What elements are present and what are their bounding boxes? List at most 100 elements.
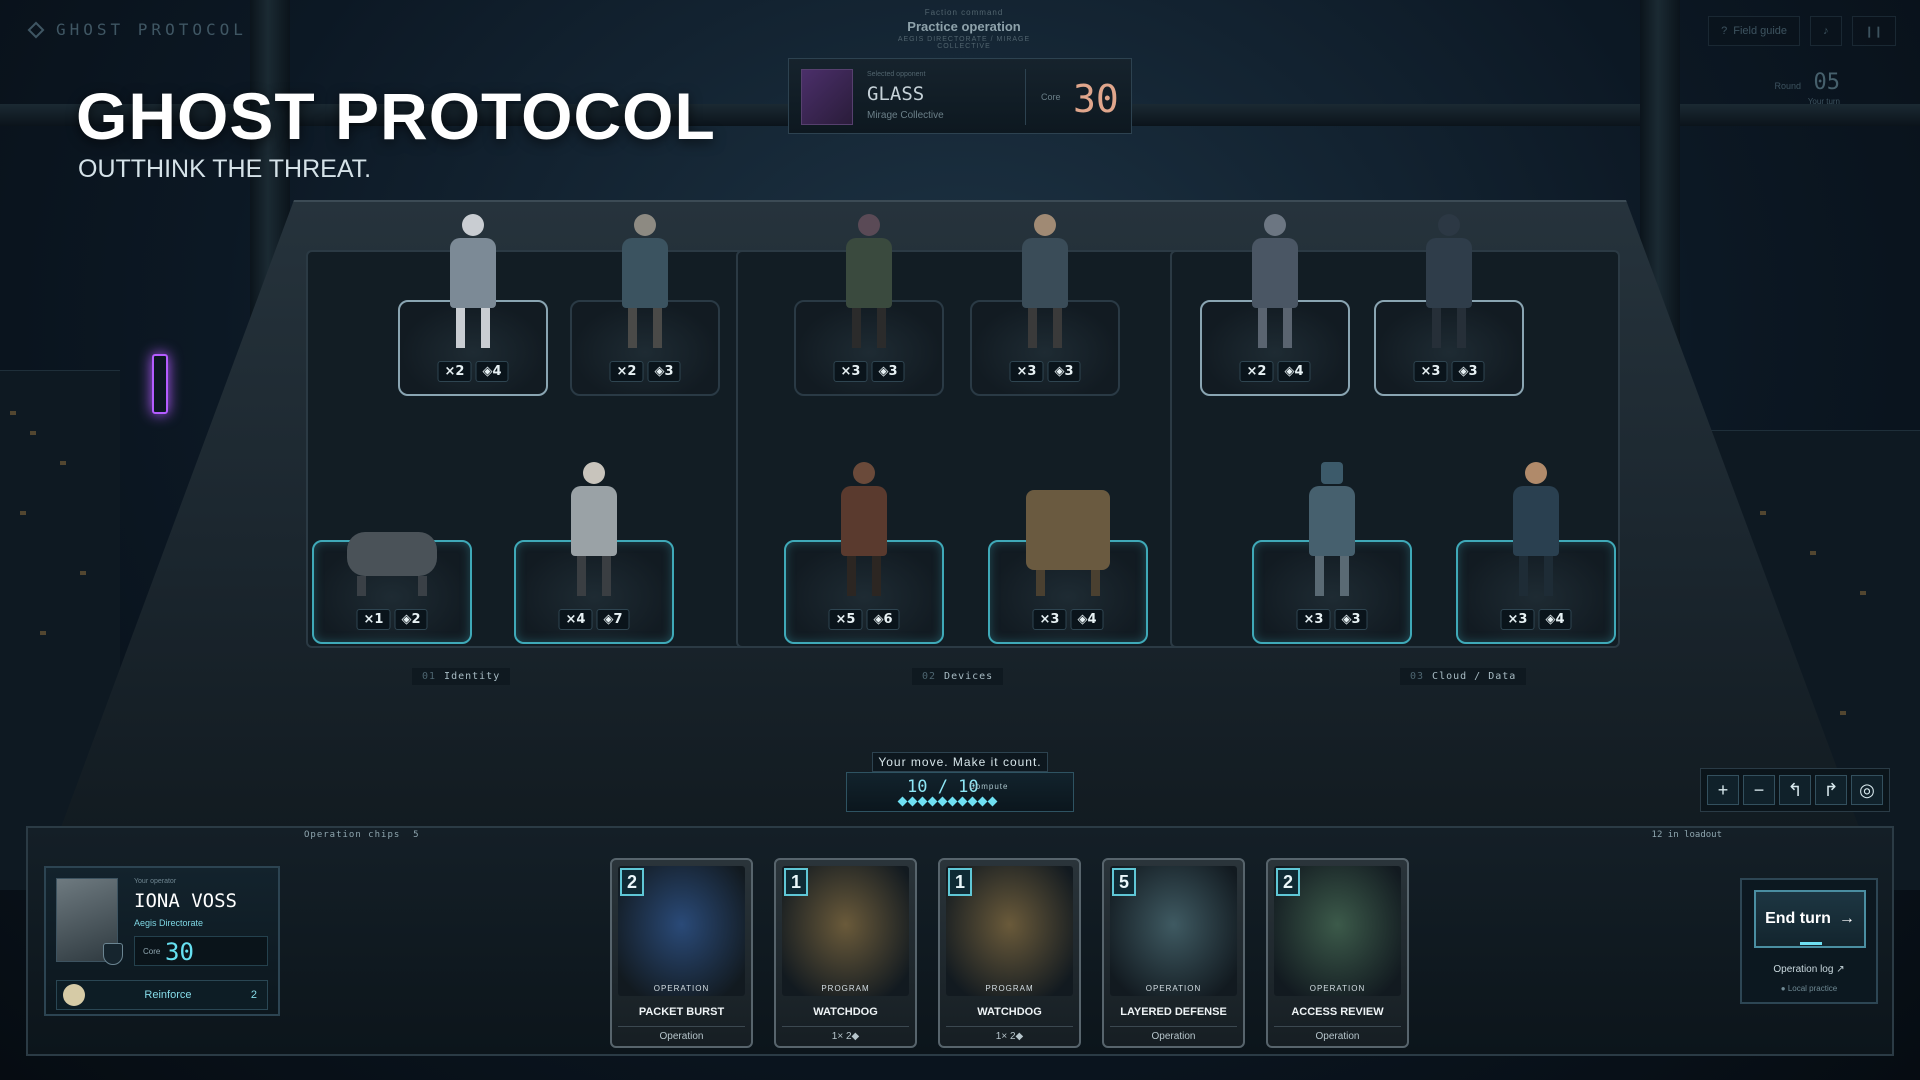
unit-stats: ×3 ◈3 (1296, 609, 1368, 630)
hand-card[interactable]: 2 OPERATION ACCESS REVIEW Operation (1266, 858, 1409, 1048)
mode-title: Practice operation (907, 19, 1021, 34)
zoom-out-button[interactable]: − (1743, 775, 1775, 805)
music-note-icon: ♪ (1823, 25, 1829, 37)
arrow-right-icon: → (1838, 910, 1855, 927)
unit-multiplier: ×3 (1296, 609, 1331, 630)
end-turn-indicator (1800, 942, 1822, 945)
opponent-avatar (801, 69, 853, 125)
unit-multiplier: ×1 (356, 609, 391, 630)
unit-stats: ×3 ◈3 (1413, 361, 1485, 382)
enemy-unit[interactable]: ×2 ◈4 (1200, 214, 1350, 396)
round-label: Round (1774, 81, 1802, 91)
shield-icon (103, 943, 123, 965)
compute-pip (947, 796, 958, 807)
rotate-right-button[interactable]: ↱ (1815, 775, 1847, 805)
operator-name: IONA VOSS (134, 890, 237, 912)
hand-card[interactable]: 1 PROGRAM WATCHDOG 1× 2◆ (938, 858, 1081, 1048)
brand-diamond-icon (27, 21, 45, 38)
operator-avatar (56, 878, 123, 965)
operation-log-link[interactable]: Operation log ↗ (1742, 964, 1876, 975)
compute-meter: 10 / 10 Compute (846, 772, 1074, 812)
unit-figure (1026, 488, 1110, 596)
compute-pip (967, 796, 978, 807)
zoom-in-button[interactable]: + (1707, 775, 1739, 805)
unit-multiplier: ×3 (1009, 361, 1044, 382)
unit-power: ◈7 (596, 609, 630, 630)
unit-stats: ×2 ◈3 (609, 361, 681, 382)
rotate-left-button[interactable]: ↰ (1779, 775, 1811, 805)
operator-core: Core 30 (134, 936, 268, 966)
pause-button[interactable]: ❙❙ (1851, 16, 1896, 46)
core-value: 30 (165, 938, 194, 966)
unit-stats: ×3 ◈3 (1009, 361, 1081, 382)
unit-power: ◈3 (1047, 361, 1081, 382)
unit-multiplier: ×3 (1413, 361, 1448, 382)
unit-power: ◈4 (1070, 609, 1104, 630)
compute-pip (897, 796, 908, 807)
brand-text: GHOST PROTOCOL (56, 20, 247, 39)
compute-value: 10 / 10 (907, 777, 979, 797)
unit-figure (846, 214, 892, 348)
opponent-panel: Selected opponent GLASS Mirage Collectiv… (788, 58, 1132, 134)
enemy-unit[interactable]: ×2 ◈3 (570, 214, 720, 396)
player-unit[interactable]: ×5 ◈6 (784, 462, 944, 644)
unit-multiplier: ×2 (437, 361, 472, 382)
unit-power: ◈4 (1277, 361, 1311, 382)
card-cost: 2 (1276, 868, 1300, 896)
card-type: PROGRAM (821, 984, 870, 993)
local-practice-status: ● Local practice (1780, 984, 1838, 993)
unit-figure (841, 462, 887, 596)
operator-faction: Aegis Directorate (134, 918, 204, 928)
hand-card[interactable]: 2 OPERATION PACKET BURST Operation (610, 858, 753, 1048)
player-unit[interactable]: ×3 ◈4 (1456, 462, 1616, 644)
unit-power: ◈2 (394, 609, 428, 630)
unit-power: ◈3 (647, 361, 681, 382)
card-name: WATCHDOG (977, 1006, 1042, 1018)
round-indicator: Round 05 Your turn (1775, 70, 1840, 106)
card-name: PACKET BURST (638, 1006, 725, 1018)
core-label: Core (143, 947, 161, 956)
field-guide-button[interactable]: ? Field guide (1708, 16, 1801, 46)
unit-figure (1426, 214, 1472, 348)
card-type: PROGRAM (985, 984, 1034, 993)
faction-kicker: Faction command (924, 8, 1004, 17)
compute-pip (977, 796, 988, 807)
lane-label-identity: 01 Identity (412, 668, 511, 685)
lane-name: Devices (944, 671, 994, 682)
card-footer: Operation (1110, 1026, 1237, 1042)
player-unit[interactable]: ×1 ◈2 (312, 532, 472, 644)
top-right-controls: ? Field guide ♪ ❙❙ (1708, 16, 1896, 46)
end-turn-label: End turn (1765, 910, 1831, 927)
turn-prompt: Your move. Make it count. (872, 752, 1048, 772)
player-unit[interactable]: ×4 ◈7 (514, 462, 674, 644)
hand-card[interactable]: 1 PROGRAM WATCHDOG 1× 2◆ (774, 858, 917, 1048)
enemy-unit[interactable]: ×2 ◈4 (398, 214, 548, 396)
pause-icon: ❙❙ (1864, 25, 1883, 38)
unit-stats: ×2 ◈4 (437, 361, 509, 382)
enemy-unit[interactable]: ×3 ◈3 (1374, 214, 1524, 396)
brand: GHOST PROTOCOL (27, 20, 247, 39)
unit-figure (450, 214, 496, 348)
unit-stats: ×4 ◈7 (558, 609, 630, 630)
player-unit[interactable]: ×3 ◈3 (1252, 462, 1412, 644)
player-unit[interactable]: ×3 ◈4 (988, 490, 1148, 644)
card-cost: 1 (948, 868, 972, 896)
card-cost: 2 (620, 868, 644, 896)
lane-name: Cloud / Data (1432, 671, 1517, 682)
unit-multiplier: ×3 (1032, 609, 1067, 630)
opponent-core-value: 30 (1073, 77, 1119, 121)
compute-pips (897, 796, 998, 807)
recenter-button[interactable]: ◎ (1851, 775, 1883, 805)
hand-card[interactable]: 5 OPERATION LAYERED DEFENSE Operation (1102, 858, 1245, 1048)
music-button[interactable]: ♪ (1810, 16, 1842, 46)
end-turn-button[interactable]: End turn → (1754, 890, 1866, 948)
reinforce-button[interactable]: Reinforce 2 (56, 980, 268, 1010)
lane-number: 01 (422, 671, 437, 682)
hand-header: Operation chips 5 12 in loadout (300, 830, 1730, 844)
help-icon: ? (1721, 25, 1728, 37)
enemy-unit[interactable]: ×3 ◈3 (970, 214, 1120, 396)
card-footer: 1× 2◆ (946, 1026, 1073, 1042)
unit-figure (347, 530, 437, 596)
card-footer: Operation (1274, 1026, 1401, 1042)
enemy-unit[interactable]: ×3 ◈3 (794, 214, 944, 396)
